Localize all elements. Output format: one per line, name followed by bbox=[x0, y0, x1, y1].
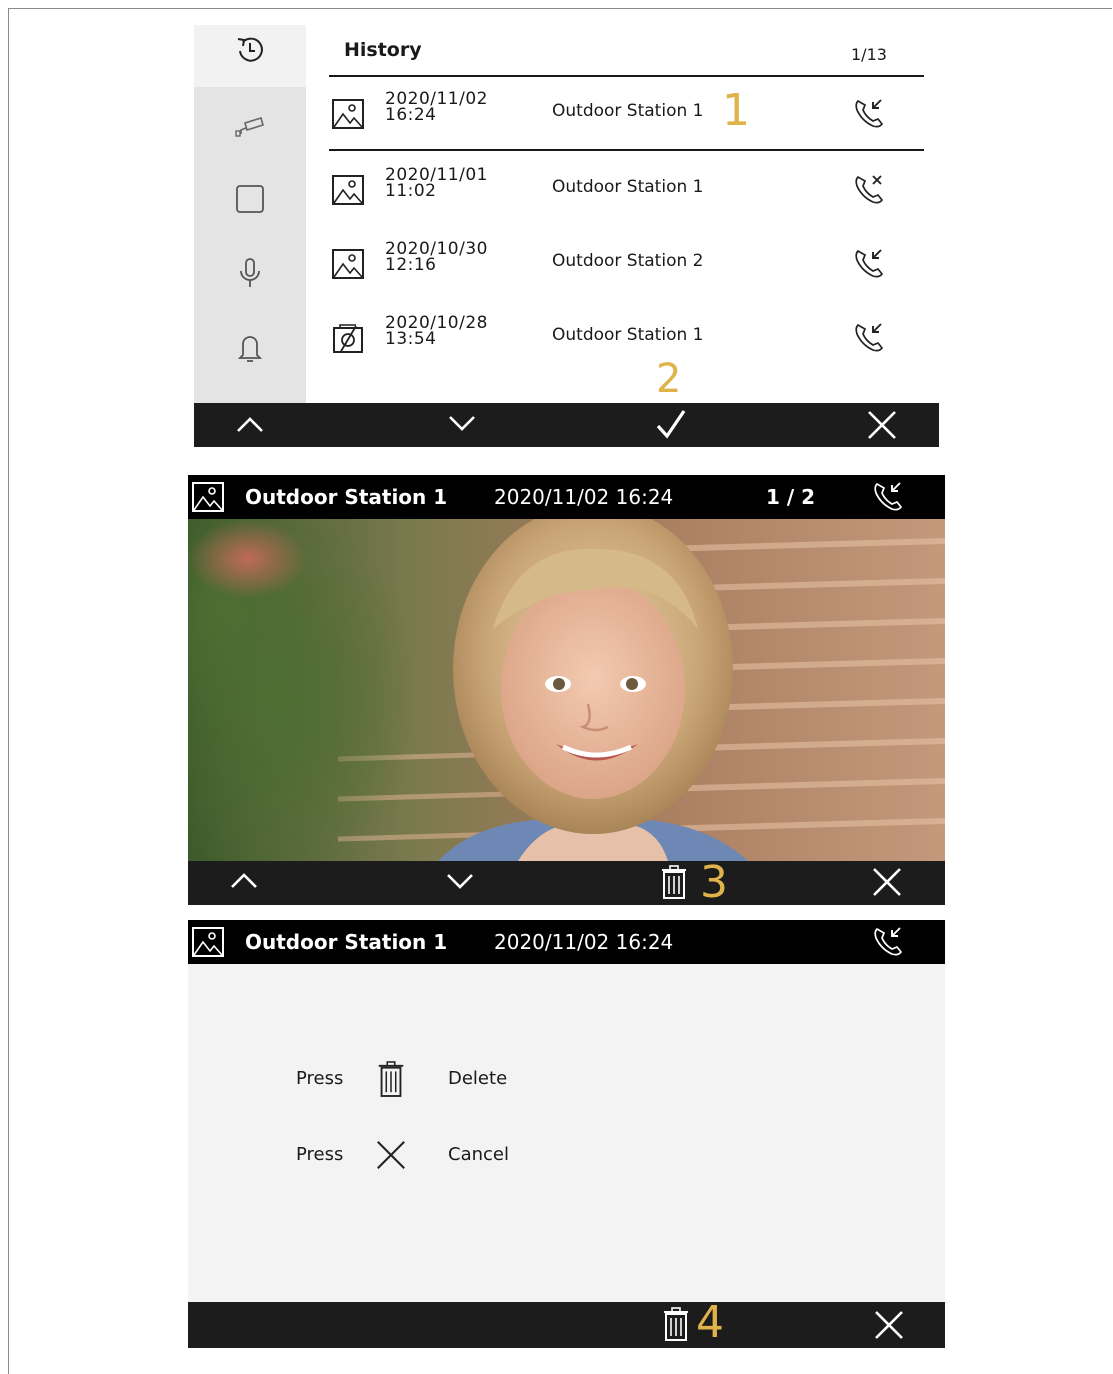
down-arrow-icon[interactable] bbox=[442, 863, 478, 899]
image-icon bbox=[192, 482, 224, 512]
history-icon[interactable] bbox=[234, 33, 266, 65]
callout-marker-2: 2 bbox=[656, 356, 682, 402]
square-icon[interactable] bbox=[234, 183, 266, 215]
history-row[interactable]: 2020/10/30 12:16 Outdoor Station 2 bbox=[329, 235, 929, 295]
incoming-call-icon bbox=[855, 99, 884, 128]
image-viewer-screen: Outdoor Station 1 2020/11/02 16:24 1 / 2 bbox=[188, 475, 945, 908]
trash-icon[interactable] bbox=[656, 864, 692, 900]
entry-datetime: 2020/10/28 13:54 bbox=[385, 313, 488, 349]
viewer-header: Outdoor Station 1 2020/11/02 16:24 1 / 2 bbox=[188, 475, 945, 519]
entry-station: Outdoor Station 1 bbox=[552, 177, 704, 197]
microphone-icon[interactable] bbox=[234, 257, 266, 289]
incoming-call-icon bbox=[855, 249, 884, 278]
entry-datetime: 2020/10/30 12:16 bbox=[385, 239, 488, 275]
incoming-call-icon bbox=[874, 927, 903, 956]
incoming-call-icon bbox=[855, 323, 884, 352]
history-row[interactable]: 2020/11/01 11:02 Outdoor Station 1 bbox=[329, 161, 929, 221]
cancel-label: Cancel bbox=[448, 1144, 509, 1165]
delete-label: Delete bbox=[448, 1068, 508, 1089]
press-label: Press bbox=[296, 1068, 344, 1089]
entry-station: Outdoor Station 1 bbox=[552, 101, 704, 121]
page-title: History bbox=[344, 39, 422, 61]
visitor-photo bbox=[188, 519, 945, 861]
down-arrow-icon[interactable] bbox=[444, 405, 480, 441]
close-icon[interactable] bbox=[869, 864, 905, 900]
image-icon bbox=[332, 99, 364, 129]
delete-confirm-screen: Outdoor Station 1 2020/11/02 16:24 Press… bbox=[188, 920, 945, 1348]
history-row[interactable]: 2020/10/28 13:54 Outdoor Station 1 bbox=[329, 309, 929, 369]
up-arrow-icon[interactable] bbox=[226, 863, 262, 899]
image-icon bbox=[192, 927, 224, 957]
close-icon[interactable] bbox=[871, 1307, 907, 1343]
entry-station: Outdoor Station 2 bbox=[552, 251, 704, 271]
callout-marker-1: 1 bbox=[722, 85, 750, 136]
trash-icon bbox=[378, 1061, 404, 1097]
history-screen: History 1/13 2020/11/02 16:24 Outdoor Sta… bbox=[194, 25, 939, 447]
close-icon bbox=[377, 1141, 405, 1169]
station-name: Outdoor Station 1 bbox=[245, 485, 448, 509]
confirm-body: Press Delete Press Cancel bbox=[188, 964, 945, 1302]
station-name: Outdoor Station 1 bbox=[245, 930, 448, 954]
press-label: Press bbox=[296, 1144, 344, 1165]
image-icon bbox=[332, 175, 364, 205]
entry-datetime: 2020/11/01 11:02 bbox=[385, 165, 488, 201]
camera-icon[interactable] bbox=[234, 109, 266, 141]
bottom-toolbar bbox=[194, 403, 939, 447]
image-icon bbox=[332, 249, 364, 279]
divider bbox=[329, 149, 924, 151]
up-arrow-icon[interactable] bbox=[232, 407, 268, 443]
incoming-call-icon bbox=[874, 482, 903, 511]
image-counter: 1 / 2 bbox=[766, 485, 816, 509]
confirm-header: Outdoor Station 1 2020/11/02 16:24 bbox=[188, 920, 945, 964]
bottom-toolbar: 3 bbox=[188, 857, 945, 908]
no-image-icon bbox=[333, 324, 363, 353]
missed-call-icon bbox=[855, 175, 884, 204]
entry-station: Outdoor Station 1 bbox=[552, 325, 704, 345]
record-datetime: 2020/11/02 16:24 bbox=[494, 485, 674, 509]
record-datetime: 2020/11/02 16:24 bbox=[494, 930, 674, 954]
divider bbox=[329, 75, 924, 77]
entry-datetime: 2020/11/02 16:24 bbox=[385, 89, 488, 125]
sidebar bbox=[194, 25, 306, 405]
page-counter: 1/13 bbox=[851, 45, 887, 64]
close-icon[interactable] bbox=[864, 407, 900, 443]
history-row[interactable]: 2020/11/02 16:24 Outdoor Station 1 bbox=[329, 85, 929, 145]
callout-marker-4: 4 bbox=[696, 1297, 724, 1348]
check-icon[interactable] bbox=[653, 407, 689, 443]
trash-icon[interactable] bbox=[658, 1306, 694, 1342]
bell-icon[interactable] bbox=[234, 331, 266, 363]
bottom-toolbar: 4 bbox=[188, 1297, 945, 1348]
callout-marker-3: 3 bbox=[700, 857, 728, 908]
